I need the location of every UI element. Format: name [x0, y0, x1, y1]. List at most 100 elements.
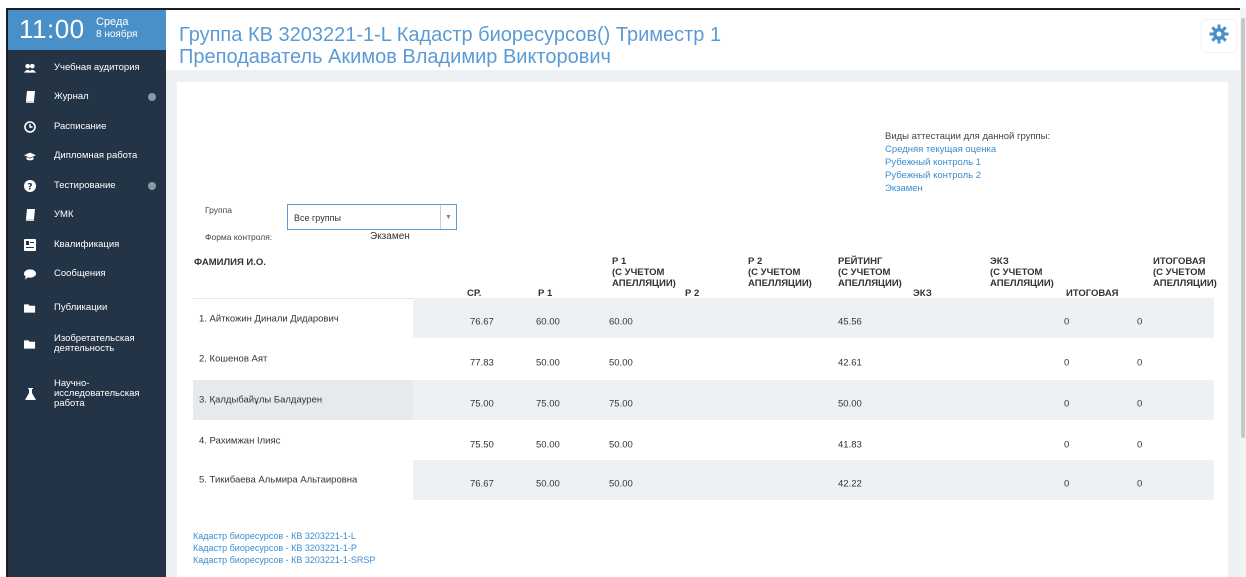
footer-link-r[interactable]: Кадастр биоресурсов - КВ 3203221-1-Р: [193, 543, 357, 553]
cell-sr: 75.00: [470, 398, 494, 410]
settings-button[interactable]: [1202, 20, 1236, 52]
cell-final-appeal: 0: [1137, 398, 1143, 410]
cell-sr: 76.67: [470, 316, 494, 328]
cell-final-appeal: 0: [1137, 478, 1143, 490]
cell-r1: 60.00: [536, 316, 560, 328]
cell-r1-appeal: 60.00: [609, 316, 633, 328]
cell-r1: 75.00: [536, 398, 560, 410]
student-name: 4. Рахимжан Ілияс: [199, 435, 281, 447]
sidebar-item-label: Публикации: [54, 302, 108, 313]
cell-rating: 42.22: [838, 478, 862, 490]
clock-widget: 11:00 Среда 8 ноября: [8, 10, 166, 50]
scrollbar-thumb[interactable]: [1241, 18, 1245, 438]
cell-sr: 75.50: [470, 439, 494, 451]
attestation-link-exam[interactable]: Экзамен: [885, 183, 923, 194]
sidebar-item-qualification[interactable]: Квалификация: [8, 231, 166, 259]
table-row: 4. Рахимжан Ілияс 75.50 50.00 50.00 41.8…: [193, 421, 1214, 461]
cell-r1-appeal: 50.00: [609, 357, 633, 369]
cell-r1-appeal: 50.00: [609, 439, 633, 451]
chat-icon: [24, 268, 36, 280]
cell-final: 0: [1064, 316, 1070, 328]
sidebar-item-thesis[interactable]: Дипломная работа: [8, 142, 166, 170]
col-header-rating-appeal: РЕЙТИНГ (С УЧЕТОМ АПЕЛЛЯЦИИ): [838, 256, 902, 289]
cell-sr: 76.67: [470, 478, 494, 490]
svg-text:?: ?: [27, 183, 32, 193]
group-select-value: Все группы: [294, 213, 341, 223]
sidebar-item-label: УМК: [54, 209, 74, 220]
name-cell: 3. Қалдыбайұлы Балдаурен: [193, 380, 413, 420]
row-values: 76.67 60.00 60.00 45.56 0 0: [413, 298, 1214, 338]
cell-r1: 50.00: [536, 357, 560, 369]
table-row: 3. Қалдыбайұлы Балдаурен 75.00 75.00 75.…: [193, 380, 1214, 420]
book-icon: [24, 209, 36, 221]
table-row: 5. Тикибаева Альмира Альтаировна 76.67 5…: [193, 460, 1214, 500]
col-header-r1-appeal: Р 1 (С УЧЕТОМ АПЕЛЛЯЦИИ): [612, 256, 676, 289]
graduation-cap-icon: [24, 150, 36, 162]
cell-final: 0: [1064, 357, 1070, 369]
row-values: 75.00 75.00 75.00 50.00 0 0: [413, 380, 1214, 420]
attestation-link-average[interactable]: Средняя текущая оценка: [885, 144, 996, 155]
sidebar-item-label: Журнал: [54, 91, 89, 102]
scrollbar[interactable]: [1240, 8, 1246, 577]
users-icon: [24, 62, 36, 74]
cell-r1: 50.00: [536, 478, 560, 490]
sidebar-item-label: Квалификация: [54, 239, 120, 250]
sidebar-item-label: Учебная аудитория: [54, 62, 140, 73]
sidebar: 11:00 Среда 8 ноября Учебная аудитория Ж…: [8, 10, 166, 577]
row-values: 76.67 50.00 50.00 42.22 0 0: [413, 460, 1214, 500]
name-cell: 1. Айткожин Динали Дидарович: [193, 298, 413, 338]
footer-link-l[interactable]: Кадастр биоресурсов - КВ 3203221-1-L: [193, 531, 356, 541]
id-card-icon: [24, 239, 36, 251]
sidebar-item-umk[interactable]: УМК: [8, 201, 166, 229]
sidebar-item-invention[interactable]: Изобретательская деятельность: [8, 330, 166, 358]
folder-icon: [24, 302, 36, 314]
cell-final-appeal: 0: [1137, 357, 1143, 369]
clock-time: 11:00: [19, 14, 85, 44]
cell-r1-appeal: 75.00: [609, 398, 633, 410]
col-header-r2-appeal: Р 2 (С УЧЕТОМ АПЕЛЛЯЦИИ): [748, 256, 812, 289]
name-cell: 2. Кошенов Аят: [193, 339, 413, 379]
sidebar-item-label: Тестирование: [54, 180, 116, 191]
col-header-final-appeal: ИТОГОВАЯ (С УЧЕТОМ АПЕЛЛЯЦИИ): [1153, 256, 1217, 289]
row-values: 75.50 50.00 50.00 41.83 0 0: [413, 421, 1214, 461]
book-icon: [24, 91, 36, 103]
sidebar-item-publications[interactable]: Публикации: [8, 294, 166, 322]
sidebar-item-label: Расписание: [54, 121, 107, 132]
attestation-link-rk1[interactable]: Рубежный контроль 1: [885, 157, 981, 168]
student-name: 2. Кошенов Аят: [199, 353, 268, 365]
flask-icon: [24, 388, 36, 400]
sidebar-item-testing[interactable]: ? Тестирование: [8, 172, 166, 200]
clock-date: 8 ноября: [96, 29, 138, 40]
name-cell: 4. Рахимжан Ілияс: [193, 421, 413, 461]
sidebar-item-messages[interactable]: Сообщения: [8, 260, 166, 288]
gear-icon: [1209, 24, 1229, 49]
name-cell: 5. Тикибаева Альмира Альтаировна: [193, 460, 413, 500]
cell-final: 0: [1064, 478, 1070, 490]
cell-r1: 50.00: [536, 439, 560, 451]
sidebar-item-classroom[interactable]: Учебная аудитория: [8, 54, 166, 82]
footer-link-srsp[interactable]: Кадастр биоресурсов - КВ 3203221-1-SRSP: [193, 555, 375, 565]
student-name: 5. Тикибаева Альмира Альтаировна: [199, 474, 358, 486]
cell-final-appeal: 0: [1137, 316, 1143, 328]
cell-rating: 45.56: [838, 316, 862, 328]
chevron-right-icon: [148, 93, 156, 101]
sidebar-item-schedule[interactable]: Расписание: [8, 113, 166, 141]
cell-rating: 41.83: [838, 439, 862, 451]
page-subtitle: Преподаватель Акимов Владимир Викторович: [179, 46, 611, 68]
sidebar-item-research[interactable]: Научно- исследовательская работа: [8, 374, 166, 414]
col-header-name: ФАМИЛИЯ И.О.: [194, 257, 266, 268]
cell-rating: 50.00: [838, 398, 862, 410]
attestation-link-rk2[interactable]: Рубежный контроль 2: [885, 170, 981, 181]
clock-day: Среда: [96, 16, 129, 28]
question-icon: ?: [24, 180, 36, 192]
group-select[interactable]: Все группы ▼: [287, 204, 457, 230]
group-label: Группа: [205, 205, 232, 215]
cell-sr: 77.83: [470, 357, 494, 369]
table-row: 2. Кошенов Аят 77.83 50.00 50.00 42.61 0…: [193, 339, 1214, 379]
clock-icon: [24, 121, 36, 133]
cell-final: 0: [1064, 439, 1070, 451]
sidebar-item-journal[interactable]: Журнал: [8, 83, 166, 111]
chevron-down-icon[interactable]: ▼: [440, 205, 456, 229]
sidebar-item-label: Научно- исследовательская работа: [54, 378, 140, 409]
table-row: 1. Айткожин Динали Дидарович 76.67 60.00…: [193, 298, 1214, 338]
